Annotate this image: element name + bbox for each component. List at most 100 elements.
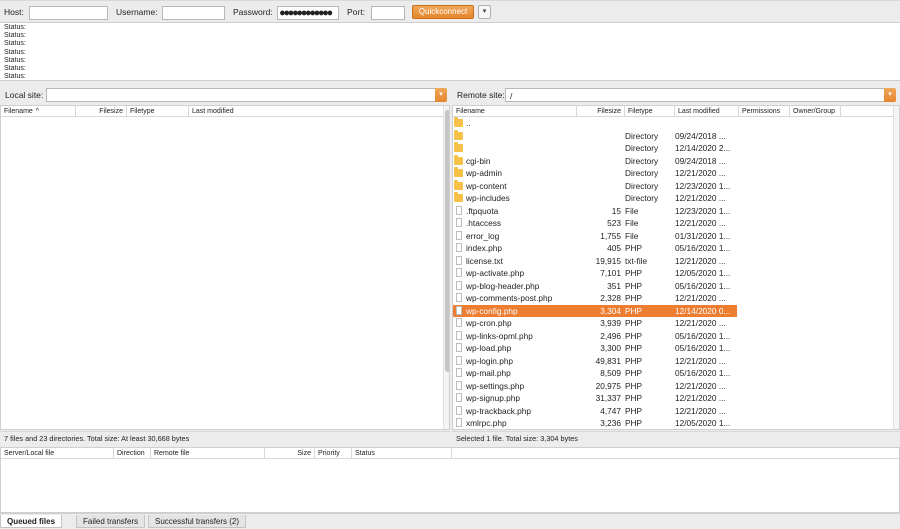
file-name [466, 142, 576, 155]
file-row[interactable]: wp-comments-post.php 2,328 PHP 12/21/2020 .… [453, 292, 737, 305]
password-input[interactable]: ●●●●●●●●●●●● [277, 6, 339, 20]
queue-col-direction[interactable]: Direction [114, 448, 151, 459]
file-size: 1,755 [600, 230, 621, 241]
tab-failed-transfers[interactable]: Failed transfers [76, 515, 146, 528]
file-row[interactable]: wp-activate.php 7,101 PHP 12/05/2020 1... [453, 267, 737, 280]
tab-queued-files[interactable]: Queued files [0, 515, 63, 528]
file-row[interactable]: .. [453, 117, 737, 130]
file-name: wp-trackback.php [466, 405, 532, 416]
file-row[interactable]: wp-login.php 49,831 PHP 12/21/2020 ... [453, 355, 737, 368]
file-modified: 05/16/2020 1... [675, 243, 731, 253]
username-input[interactable] [162, 6, 225, 20]
file-row[interactable]: xmlrpc.php 3,236 PHP 12/05/2020 1... [453, 417, 737, 429]
transfer-queue[interactable]: Server/Local file Direction Remote file … [0, 447, 900, 513]
file-icon [456, 268, 462, 277]
file-row[interactable]: error_log 1,755 File 01/31/2020 1... [453, 230, 737, 243]
file-type: PHP [625, 330, 643, 341]
file-row[interactable]: Directory 09/24/2018 ... [453, 129, 737, 143]
file-row[interactable]: wp-load.php 3,300 PHP 05/16/2020 1... [453, 342, 737, 355]
file-row[interactable]: wp-trackback.php 4,747 PHP 12/21/2020 ... [453, 405, 737, 418]
file-type: PHP [625, 268, 643, 278]
local-scrollbar[interactable] [443, 106, 449, 429]
sort-ascending-icon: ^ [35, 108, 40, 115]
file-row[interactable]: wp-cron.php 3,939 PHP 12/21/2020 ... [453, 317, 737, 330]
file-row[interactable]: wp-settings.php 20,975 PHP 12/21/2020 ... [453, 380, 737, 393]
file-row[interactable]: cgi-bin Directory 09/24/2018 ... [453, 154, 737, 168]
file-modified: 12/21/2020 ... [675, 255, 726, 266]
remote-col-permissions[interactable]: Permissions [739, 106, 790, 117]
file-icon [456, 243, 462, 252]
queue-tabs: Queued files Failed transfers Successful… [0, 513, 900, 529]
file-row[interactable]: index.php 405 PHP 05/16/2020 1... [453, 242, 737, 255]
port-input[interactable] [371, 6, 405, 20]
chevron-down-icon: ▾ [888, 91, 892, 98]
local-scrollbar-thumb[interactable] [445, 110, 449, 372]
remote-col-filesize[interactable]: Filesize [577, 106, 625, 117]
file-row[interactable]: wp-links-opml.php 2,496 PHP 05/16/2020 1... [453, 330, 737, 343]
file-modified: 05/16/2020 1... [675, 280, 731, 291]
host-input[interactable] [29, 6, 108, 20]
remote-col-filename[interactable]: Filename [453, 106, 577, 117]
file-icon [456, 368, 462, 377]
file-row[interactable]: wp-config.php 3,304 PHP 12/14/2020 0... [453, 304, 737, 317]
file-row[interactable]: Directory 12/14/2020 2... [453, 142, 737, 155]
queue-col-priority[interactable]: Priority [315, 448, 352, 459]
file-icon [456, 393, 462, 402]
file-size: 405 [607, 243, 621, 253]
log-line: Status: [4, 32, 26, 40]
log-line: Status: [4, 24, 26, 31]
file-row[interactable]: wp-content Directory 12/23/2020 1... [453, 179, 737, 193]
queue-col-status[interactable]: Status [352, 448, 452, 459]
message-log[interactable]: Status: Status: Status: Status: Status: Statu… [0, 22, 900, 81]
chevron-down-icon: ▾ [482, 8, 487, 15]
remote-col-filetype[interactable]: Filetype [625, 106, 675, 117]
file-name: license.txt [466, 255, 503, 266]
local-col-filetype[interactable]: Filetype [127, 106, 189, 117]
quickconnect-button[interactable]: Quickconnect [412, 5, 474, 19]
file-row[interactable]: .htaccess 523 File 12/21/2020 ... [453, 217, 737, 230]
local-col-filesize[interactable]: Filesize [76, 106, 127, 117]
file-row[interactable]: license.txt 19,915 txt-file 12/21/2020 ... [453, 255, 737, 268]
local-col-filename[interactable]: Filename ^ [1, 106, 76, 117]
quickconnect-history-dropdown[interactable]: ▾ [478, 5, 491, 19]
file-row[interactable]: wp-blog-header.php 351 PHP 05/16/2020 1... [453, 280, 737, 293]
local-site-dropdown[interactable]: ▾ [435, 88, 447, 102]
queue-col-remote-file[interactable]: Remote file [151, 448, 265, 459]
file-row[interactable]: wp-signup.php 31,337 PHP 12/21/2020 ... [453, 392, 737, 405]
remote-site-dropdown[interactable]: ▾ [884, 88, 896, 102]
file-row[interactable]: wp-admin Directory 12/21/2020 ... [453, 167, 737, 180]
local-col-last-modified[interactable]: Last modified [189, 106, 269, 117]
file-size: 49,831 [595, 355, 621, 366]
file-row[interactable]: .ftpquota 15 File 12/23/2020 1... [453, 205, 737, 218]
file-type: Directory [625, 193, 659, 203]
file-modified: 12/05/2020 1... [675, 418, 731, 428]
file-row[interactable]: wp-mail.php 8,509 PHP 05/16/2020 1... [453, 367, 737, 380]
file-type: PHP [625, 418, 643, 428]
file-size: 7,101 [600, 268, 621, 278]
file-row[interactable]: wp-includes Directory 12/21/2020 ... [453, 192, 737, 205]
file-modified: 05/16/2020 1... [675, 343, 731, 353]
file-type [625, 117, 675, 130]
file-type: PHP [625, 380, 643, 391]
remote-col-last-modified[interactable]: Last modified [675, 106, 739, 117]
file-modified: 12/14/2020 0... [675, 305, 731, 316]
remote-status-text: Selected 1 file. Total size: 3,304 bytes [452, 431, 900, 444]
local-site-path-input[interactable] [46, 88, 436, 102]
folder-icon [454, 129, 463, 140]
file-modified: 05/16/2020 1... [675, 330, 731, 341]
queue-col-size[interactable]: Size [265, 448, 315, 459]
file-modified: 12/21/2020 ... [675, 355, 726, 366]
remote-col-owner-group[interactable]: Owner/Group [790, 106, 841, 117]
local-site-bar: Local site: ▾ [0, 83, 450, 105]
queue-col-server-local-file[interactable]: Server/Local file [1, 448, 114, 459]
remote-scrollbar[interactable] [893, 106, 899, 429]
file-modified: 12/21/2020 ... [675, 193, 726, 203]
file-type: PHP [625, 305, 643, 316]
tab-successful-transfers[interactable]: Successful transfers (2) [148, 515, 247, 528]
file-modified: 09/24/2018 ... [675, 130, 726, 141]
password-label: Password: [233, 7, 273, 17]
remote-file-list[interactable]: Filename Filesize Filetype Last modified… [452, 105, 900, 430]
remote-site-path-input[interactable]: / [505, 88, 885, 102]
local-file-list[interactable]: Filename ^ Filesize Filetype Last modifie… [0, 105, 450, 430]
file-type: File [625, 205, 639, 216]
